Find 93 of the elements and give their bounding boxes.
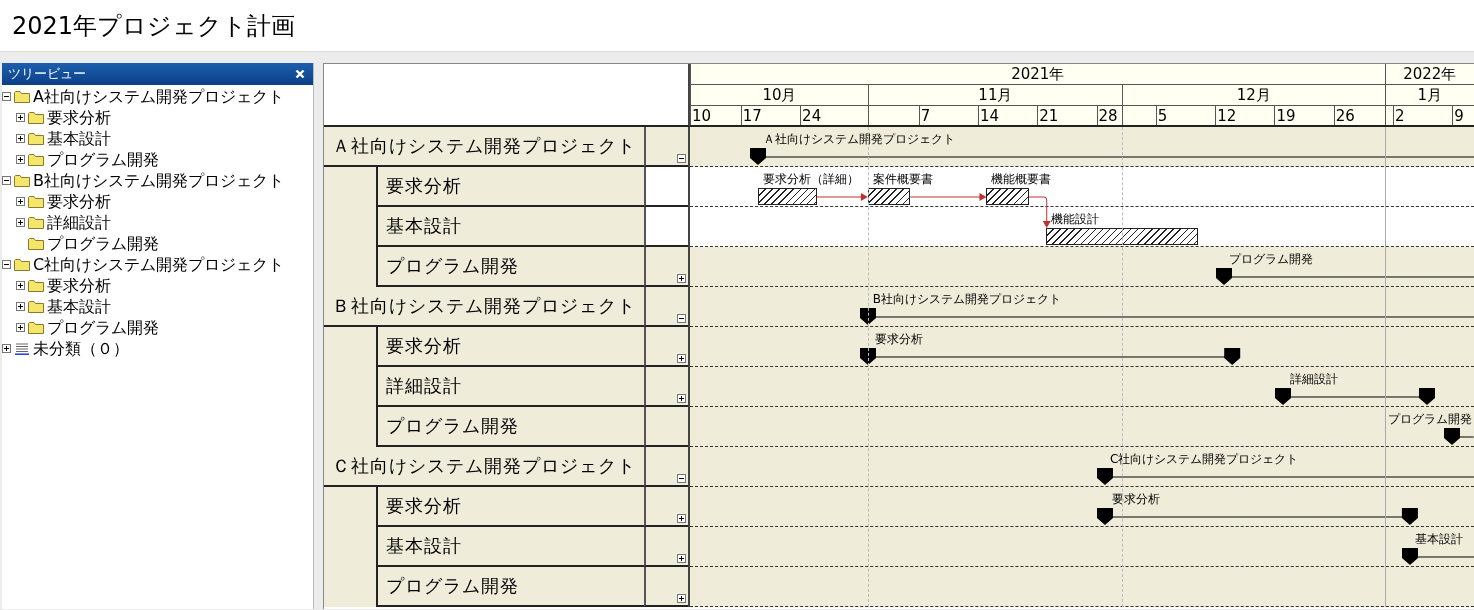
collapse-icon[interactable] xyxy=(2,92,11,101)
folder-icon xyxy=(28,195,44,208)
week-header: 24 xyxy=(800,106,868,125)
milestone-span[interactable] xyxy=(1097,508,1418,525)
folder-icon xyxy=(14,258,30,271)
week-header: 14 xyxy=(977,106,1038,125)
expand-icon[interactable] xyxy=(677,554,686,563)
summary-bar[interactable] xyxy=(1444,428,1474,445)
year-header: 2022年 xyxy=(1384,64,1474,84)
expand-icon[interactable] xyxy=(16,281,25,290)
task-label: 要求分析 xyxy=(1112,491,1160,508)
tree-item[interactable]: 基本設計 xyxy=(47,296,111,317)
month-header: 12月 xyxy=(1121,85,1385,105)
tree-item[interactable]: 未分類（０） xyxy=(33,338,129,359)
week-header: 9 xyxy=(1452,106,1474,125)
task-label: 要求分析 xyxy=(874,331,923,348)
task-label: 要求分析（詳細） xyxy=(762,171,859,188)
task-label: 案件概要書 xyxy=(872,171,933,188)
expand-icon[interactable] xyxy=(677,594,686,603)
tree-item[interactable]: A社向けシステム開発プロジェクト xyxy=(33,86,284,107)
tree-item[interactable]: B社向けシステム開発プロジェクト xyxy=(33,170,284,191)
expand-icon[interactable] xyxy=(677,354,686,363)
month-header: 11月 xyxy=(867,85,1122,105)
month-header: 10月 xyxy=(690,85,868,105)
panel-title: ツリービュー xyxy=(8,65,86,83)
expand-icon[interactable] xyxy=(16,302,25,311)
collapse-icon[interactable] xyxy=(2,260,11,269)
milestone-span[interactable] xyxy=(1274,388,1435,405)
week-header: 17 xyxy=(740,106,801,125)
page-title: 2021年プロジェクト計画 xyxy=(0,0,1474,52)
month-header: 1月 xyxy=(1384,85,1474,105)
folder-icon xyxy=(28,111,44,124)
folder-icon xyxy=(28,132,44,145)
expand-icon[interactable] xyxy=(16,218,25,227)
expand-icon[interactable] xyxy=(677,514,686,523)
summary-bar[interactable] xyxy=(1215,268,1474,285)
folder-icon xyxy=(28,237,44,250)
week-header: 5 xyxy=(1155,106,1216,125)
folder-icon xyxy=(28,153,44,166)
summary-bar[interactable] xyxy=(1097,468,1474,485)
tree-item[interactable]: 要求分析 xyxy=(47,191,111,212)
task-label: 基本設計 xyxy=(1414,531,1463,548)
week-header: 12 xyxy=(1215,106,1275,125)
task-label: プログラム開発 xyxy=(1388,411,1472,428)
task-label: B社向けシステム開発プロジェクト xyxy=(872,291,1062,308)
task-label: Ａ社向けシステム開発プロジェクト xyxy=(762,131,955,148)
task-bar[interactable] xyxy=(986,188,1029,205)
collapse-icon[interactable] xyxy=(677,154,686,163)
folder-icon xyxy=(28,279,44,292)
task-bar[interactable] xyxy=(867,188,911,205)
expand-icon[interactable] xyxy=(677,274,686,283)
expand-icon[interactable] xyxy=(16,155,25,164)
expand-icon[interactable] xyxy=(16,197,25,206)
folder-icon xyxy=(14,174,30,187)
expand-icon[interactable] xyxy=(2,344,11,353)
tree-item[interactable]: 要求分析 xyxy=(47,107,111,128)
week-header: 7 xyxy=(918,106,978,125)
week-header: 21 xyxy=(1037,106,1097,125)
task-label: 機能概要書 xyxy=(991,171,1052,188)
collapse-icon[interactable] xyxy=(2,176,11,185)
task-label: プログラム開発 xyxy=(1228,251,1313,268)
folder-icon xyxy=(28,216,44,229)
task-bar[interactable] xyxy=(757,188,818,205)
folder-icon xyxy=(28,300,44,313)
collapse-icon[interactable] xyxy=(677,474,686,483)
week-header: 26 xyxy=(1333,106,1385,125)
expand-icon[interactable] xyxy=(16,134,25,143)
week-header: 10 xyxy=(690,106,741,125)
task-label: 詳細設計 xyxy=(1289,371,1338,388)
task-label: C社向けシステム開発プロジェクト xyxy=(1110,451,1299,468)
week-header: 19 xyxy=(1274,106,1334,125)
tree-item[interactable]: 基本設計 xyxy=(47,128,111,149)
tree-item[interactable]: プログラム開発 xyxy=(47,149,159,170)
list-icon xyxy=(14,342,30,355)
tree-item[interactable]: 要求分析 xyxy=(47,275,111,296)
week-header: 28 xyxy=(1096,106,1122,125)
folder-icon xyxy=(14,90,30,103)
expand-icon[interactable] xyxy=(677,394,686,403)
collapse-icon[interactable] xyxy=(677,314,686,323)
expand-icon[interactable] xyxy=(16,113,25,122)
close-icon[interactable] xyxy=(295,69,305,79)
year-header: 2021年 xyxy=(690,64,1385,84)
folder-icon xyxy=(28,321,44,334)
tree-item[interactable]: 詳細設計 xyxy=(47,212,111,233)
week-header: 2 xyxy=(1393,106,1453,125)
expand-icon[interactable] xyxy=(16,323,25,332)
summary-bar[interactable] xyxy=(1401,548,1474,565)
task-bar[interactable] xyxy=(1045,228,1199,245)
milestone-span[interactable] xyxy=(859,348,1241,365)
tree-item[interactable]: C社向けシステム開発プロジェクト xyxy=(33,254,285,275)
tree-item[interactable]: プログラム開発 xyxy=(47,233,159,254)
tree-item[interactable]: プログラム開発 xyxy=(47,317,159,338)
task-label: 機能設計 xyxy=(1050,211,1099,228)
